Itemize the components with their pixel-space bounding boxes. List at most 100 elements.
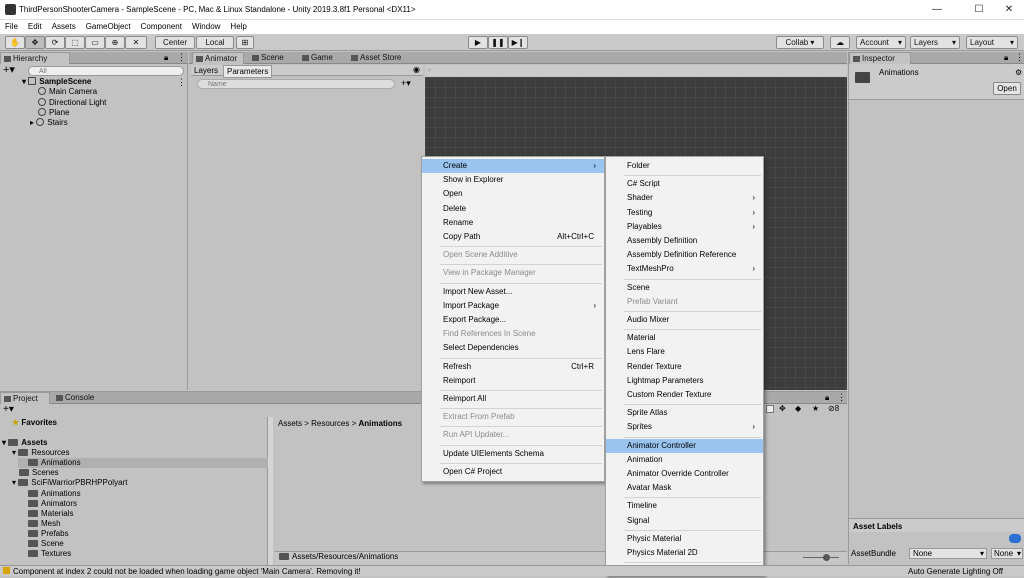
breadcrumb-item[interactable]: Animations [359, 419, 403, 428]
play-button[interactable]: ▶ [468, 36, 488, 49]
assetbundle-dropdown[interactable]: None ▾ [909, 548, 987, 559]
scene-menu-icon[interactable]: ⋮ [177, 77, 186, 88]
rect-tool-icon[interactable]: ▭ [85, 36, 105, 49]
lighting-status[interactable]: Auto Generate Lighting Off [908, 567, 1003, 576]
menu-item-lightmap-parameters[interactable]: Lightmap Parameters [606, 374, 763, 388]
menu-item-c-script[interactable]: C# Script [606, 177, 763, 191]
tab-hierarchy[interactable]: Hierarchy [0, 52, 70, 64]
layers-dropdown[interactable]: Layers ▾ [910, 36, 960, 49]
menu-item-scene[interactable]: Scene [606, 281, 763, 295]
open-button[interactable]: Open [993, 82, 1021, 95]
hierarchy-item[interactable]: Main Camera [38, 87, 97, 97]
menu-item-animation[interactable]: Animation [606, 453, 763, 467]
lock-icon[interactable]: 🔒︎ [164, 53, 168, 63]
menu-item-testing[interactable]: Testing › [606, 206, 763, 220]
menu-item-animator-override-controller[interactable]: Animator Override Controller [606, 467, 763, 481]
hierarchy-item[interactable]: Directional Light [38, 98, 106, 108]
menu-item-assembly-definition-reference[interactable]: Assembly Definition Reference [606, 248, 763, 262]
breadcrumb-item[interactable]: Assets [278, 419, 302, 428]
tab-scene[interactable]: Scene [249, 52, 293, 64]
menu-component[interactable]: Component [136, 20, 187, 34]
breadcrumb-item[interactable]: Resources [311, 419, 349, 428]
add-parameter-icon[interactable]: +▾ [401, 78, 411, 89]
favorite-star-icon[interactable]: ★ [812, 404, 819, 413]
close-button[interactable]: ✕ [992, 0, 1024, 20]
filter-icon[interactable]: ✥ [779, 404, 786, 413]
scale-tool-icon[interactable]: ⬚ [65, 36, 85, 49]
tree-item-selected[interactable]: Animations [18, 458, 268, 468]
rotate-tool-icon[interactable]: ⟳ [45, 36, 65, 49]
hand-tool-icon[interactable]: ✋ [5, 36, 25, 49]
tree-item[interactable]: Scene [28, 539, 64, 549]
tab-game[interactable]: Game [299, 52, 343, 64]
menu-item-assembly-definition[interactable]: Assembly Definition [606, 234, 763, 248]
tree-item[interactable]: Textures [28, 549, 71, 559]
cloud-icon[interactable]: ☁ [830, 36, 850, 49]
status-message[interactable]: Component at index 2 could not be loaded… [13, 567, 361, 576]
menu-item-physics-material-2d[interactable]: Physics Material 2D [606, 546, 763, 560]
minimize-button[interactable]: — [920, 0, 954, 20]
menu-item-update-uielements-schema[interactable]: Update UIElements Schema [422, 447, 604, 461]
tree-item[interactable]: Animators [28, 499, 77, 509]
tree-item[interactable]: ▾ SciFiWarriorPBRHPPolyart [12, 478, 127, 488]
add-icon[interactable]: +▾ [3, 65, 15, 76]
hierarchy-search-input[interactable] [28, 66, 184, 76]
menu-item-animator-controller[interactable]: Animator Controller [606, 438, 763, 453]
menu-item-avatar-mask[interactable]: Avatar Mask [606, 481, 763, 495]
collab-button[interactable]: Collab ▾ [776, 36, 824, 49]
menu-item-physic-material[interactable]: Physic Material [606, 532, 763, 546]
panel-menu-icon[interactable]: ⋮ [1015, 52, 1024, 63]
search-by-type-icon[interactable] [766, 405, 774, 413]
menu-item-material[interactable]: Material [606, 331, 763, 345]
pivot-local-button[interactable]: Local [196, 36, 234, 49]
menu-item-select-dependencies[interactable]: Select Dependencies [422, 341, 604, 355]
pivot-center-button[interactable]: Center [155, 36, 195, 49]
menu-item-timeline[interactable]: Timeline [606, 499, 763, 513]
hidden-packages-icon[interactable]: ⊘8 [828, 404, 839, 413]
parameter-search-input[interactable] [197, 79, 395, 89]
tree-item[interactable]: Animations [28, 489, 81, 499]
grid-snap-icon[interactable]: ⊞ [236, 36, 254, 49]
menu-item-lens-flare[interactable]: Lens Flare [606, 345, 763, 359]
maximize-button[interactable]: ☐ [962, 0, 996, 20]
menu-window[interactable]: Window [187, 20, 225, 34]
layout-dropdown[interactable]: Layout ▾ [966, 36, 1018, 49]
menu-item-copy-path[interactable]: Copy Path Alt+Ctrl+C [422, 230, 604, 244]
menu-item-sprite-atlas[interactable]: Sprite Atlas [606, 406, 763, 420]
tab-inspector[interactable]: Inspector [849, 52, 911, 64]
tab-project[interactable]: Project [0, 392, 50, 404]
menu-item-rename[interactable]: Rename [422, 216, 604, 230]
menu-assets[interactable]: Assets [47, 20, 81, 34]
menu-item-import-package[interactable]: Import Package › [422, 299, 604, 313]
icon-size-slider[interactable] [803, 554, 839, 561]
hierarchy-item[interactable]: ▸ Stairs [30, 118, 68, 128]
menu-item-reimport[interactable]: Reimport [422, 374, 604, 388]
menu-edit[interactable]: Edit [23, 20, 47, 34]
menu-help[interactable]: Help [225, 20, 251, 34]
gear-icon[interactable]: ⚙ [1015, 68, 1022, 77]
menu-item-delete[interactable]: Delete [422, 202, 604, 216]
custom-tool-icon[interactable]: ✕ [125, 36, 147, 49]
scene-item[interactable]: ▾ SampleScene [22, 77, 91, 87]
menu-gameobject[interactable]: GameObject [81, 20, 136, 34]
lock-icon[interactable]: 🔒︎ [1004, 53, 1008, 63]
tree-item[interactable]: ▾ Resources [12, 448, 70, 458]
menu-item-textmeshpro[interactable]: TextMeshPro › [606, 262, 763, 276]
tab-layers[interactable]: Layers [194, 66, 218, 75]
menu-item-playables[interactable]: Playables › [606, 220, 763, 234]
menu-item-open-c-project[interactable]: Open C# Project [422, 465, 604, 479]
assetbundle-variant-dropdown[interactable]: None ▾ [991, 548, 1023, 559]
label-icon[interactable]: ◆ [795, 404, 801, 413]
menu-item-render-texture[interactable]: Render Texture [606, 360, 763, 374]
tree-item[interactable]: Scenes [19, 468, 59, 478]
eye-icon[interactable]: ◉ [413, 65, 420, 74]
favorites-item[interactable]: ★ Favorites [12, 418, 57, 428]
menu-item-folder[interactable]: Folder [606, 159, 763, 173]
slider-thumb[interactable] [823, 554, 830, 561]
hierarchy-item[interactable]: Plane [38, 108, 69, 118]
tree-scrollbar[interactable] [268, 417, 273, 565]
tree-item[interactable]: ▾ Assets [2, 438, 48, 448]
move-tool-icon[interactable]: ✥ [25, 36, 45, 49]
menu-item-shader[interactable]: Shader › [606, 191, 763, 205]
menu-item-show-in-explorer[interactable]: Show in Explorer [422, 173, 604, 187]
